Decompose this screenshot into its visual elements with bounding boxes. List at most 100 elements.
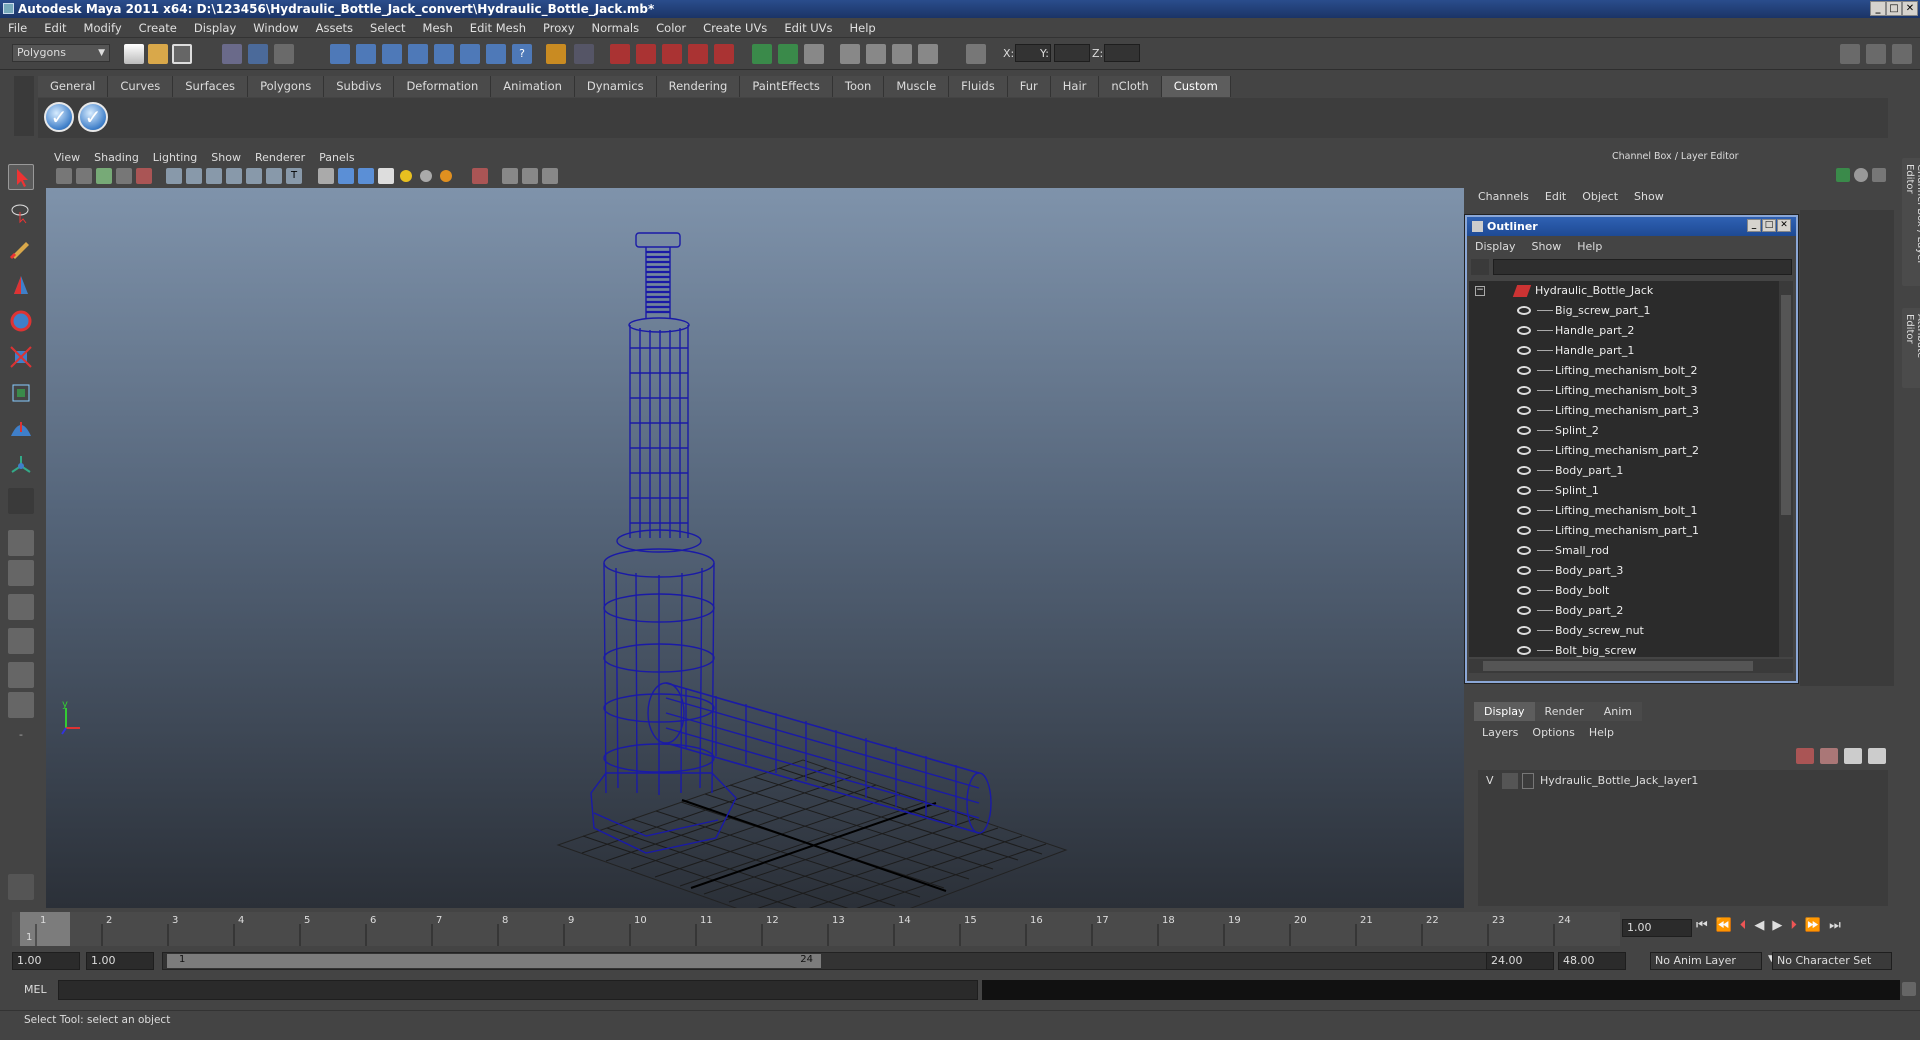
go-to-start-icon[interactable]: ⏮	[1696, 918, 1708, 940]
outliner-menu-display[interactable]: Display	[1475, 240, 1516, 253]
character-set-select[interactable]: No Character Set	[1772, 952, 1892, 970]
outliner-item[interactable]: Handle_part_1	[1469, 341, 1779, 361]
last-tool-slot[interactable]	[8, 488, 34, 514]
script-editor-icon[interactable]	[1902, 982, 1916, 996]
minimize-button[interactable]: _	[1870, 1, 1886, 16]
menu-set-select[interactable]: Polygons ▼	[12, 44, 110, 62]
y-field[interactable]	[1054, 44, 1090, 62]
outliner-item[interactable]: Lifting_mechanism_part_2	[1469, 441, 1779, 461]
outliner-minimize-button[interactable]: _	[1747, 219, 1761, 232]
share-icon[interactable]	[542, 168, 558, 184]
construction-history-icon[interactable]	[610, 44, 630, 64]
anim-end-field[interactable]: 48.00	[1558, 952, 1626, 970]
outliner-item[interactable]: Body_part_2	[1469, 601, 1779, 621]
play-backward-icon[interactable]: ◀	[1754, 918, 1764, 940]
save-scene-icon[interactable]	[172, 44, 192, 64]
step-forward-key-icon[interactable]: ⏵	[1790, 918, 1797, 940]
side-tab-attribute-editor[interactable]: Attribute Editor	[1902, 308, 1920, 388]
scale-tool-icon[interactable]	[8, 344, 34, 370]
show-modeling-toolkit-icon[interactable]	[752, 44, 772, 64]
shelf-menu-handle[interactable]	[14, 76, 34, 136]
move-tool-icon[interactable]	[8, 272, 34, 298]
select-hierarchy-icon[interactable]	[222, 44, 242, 64]
isolate-select-icon[interactable]	[472, 168, 488, 184]
shelf-tab-fur[interactable]: Fur	[1007, 76, 1051, 97]
show-attribute-icon[interactable]	[804, 44, 824, 64]
shelf-tab-curves[interactable]: Curves	[108, 76, 174, 97]
outliner-item[interactable]: Small_rod	[1469, 541, 1779, 561]
play-forward-icon[interactable]: ▶	[1772, 918, 1782, 940]
menu-create[interactable]: Create	[139, 21, 177, 35]
menu-help[interactable]: Help	[850, 21, 876, 35]
layer-menu-help[interactable]: Help	[1589, 726, 1614, 739]
viewport-menu-view[interactable]: View	[54, 151, 80, 164]
textured-icon[interactable]	[378, 168, 394, 184]
menu-select[interactable]: Select	[370, 21, 405, 35]
layout-hypershade-persp-icon[interactable]	[8, 662, 34, 688]
outliner-item[interactable]: Lifting_mechanism_part_1	[1469, 521, 1779, 541]
step-back-key-icon[interactable]: ⏴	[1740, 918, 1747, 940]
checkmark-shelf-icon-1[interactable]: ✓	[44, 102, 74, 132]
outliner-hscroll-thumb[interactable]	[1483, 661, 1753, 671]
outliner-scroll-thumb[interactable]	[1781, 295, 1791, 515]
help-icon[interactable]: ?	[512, 44, 532, 64]
shelf-tab-surfaces[interactable]: Surfaces	[173, 76, 249, 97]
layer-visibility-toggle[interactable]: V	[1486, 774, 1494, 787]
outliner-filter-icon[interactable]	[1471, 259, 1489, 275]
safe-action-icon[interactable]	[266, 168, 282, 184]
anim-start-field[interactable]: 1.00	[86, 952, 154, 970]
outliner-menu-help[interactable]: Help	[1577, 240, 1602, 253]
time-slider[interactable]: 1 2 3 4 5 6 7 8 9 10 11 12 13 14 15 16 17 18 19 20 21 22 23 24 …	[12, 912, 1620, 946]
layout-graph-persp-icon[interactable]	[8, 628, 34, 654]
viewport-menu-shading[interactable]: Shading	[94, 151, 139, 164]
mel-label[interactable]: MEL	[24, 983, 47, 996]
shelf-tab-subdivs[interactable]: Subdivs	[324, 76, 395, 97]
history-icon[interactable]	[460, 44, 480, 64]
viewport-menu-renderer[interactable]: Renderer	[255, 151, 305, 164]
outliner-item[interactable]: Body_bolt	[1469, 581, 1779, 601]
channel-box-menu-object[interactable]: Object	[1582, 190, 1618, 203]
soft-modification-icon[interactable]	[8, 416, 34, 442]
hypershade-icon[interactable]	[714, 44, 734, 64]
channel-box-menu-channels[interactable]: Channels	[1478, 190, 1529, 203]
outliner-item[interactable]: Body_part_1	[1469, 461, 1779, 481]
xray-icon[interactable]	[502, 168, 518, 184]
toggle-sidebar-icon[interactable]	[1840, 44, 1860, 64]
layer-menu-layers[interactable]: Layers	[1482, 726, 1518, 739]
transform-mode-icon[interactable]	[966, 44, 986, 64]
two-d-pan-zoom-icon[interactable]	[136, 168, 152, 184]
perspective-viewport[interactable]: y	[46, 188, 1464, 941]
film-gate-icon[interactable]	[186, 168, 202, 184]
shelf-tab-custom[interactable]: Custom	[1161, 76, 1231, 97]
field-chart-icon[interactable]	[246, 168, 262, 184]
lasso-tool-icon[interactable]	[8, 200, 34, 226]
shelf-tab-ncloth[interactable]: nCloth	[1099, 76, 1162, 97]
outliner-horizontal-scrollbar[interactable]	[1469, 659, 1793, 673]
go-to-end-icon[interactable]: ⏭	[1829, 918, 1841, 940]
outliner-close-button[interactable]: ✕	[1777, 219, 1791, 232]
selection-mask-icon[interactable]	[574, 44, 594, 64]
outliner-item[interactable]: Body_part_3	[1469, 561, 1779, 581]
snap-grid-icon[interactable]	[330, 44, 350, 64]
outliner-menu-show[interactable]: Show	[1532, 240, 1562, 253]
paint-select-tool-icon[interactable]	[8, 236, 34, 262]
outliner-item[interactable]: Handle_part_2	[1469, 321, 1779, 341]
menu-normals[interactable]: Normals	[592, 21, 640, 35]
snap-curve-icon[interactable]	[356, 44, 376, 64]
shelf-tab-deformation[interactable]: Deformation	[394, 76, 492, 97]
channel-box-menu-edit[interactable]: Edit	[1545, 190, 1566, 203]
ipr-render-icon[interactable]	[662, 44, 682, 64]
shelf-tab-muscle[interactable]: Muscle	[884, 76, 950, 97]
outliner-item[interactable]: Lifting_mechanism_part_3	[1469, 401, 1779, 421]
all-lights-icon[interactable]	[420, 170, 432, 182]
xray-joints-icon[interactable]	[522, 168, 538, 184]
new-layer-icon[interactable]	[1796, 748, 1814, 764]
shelf-tab-painteffects[interactable]: PaintEffects	[740, 76, 833, 97]
toggle-tool-settings-icon[interactable]	[1892, 44, 1912, 64]
viewport-menu-show[interactable]: Show	[211, 151, 241, 164]
bookmark-icon[interactable]	[96, 168, 112, 184]
menu-edit-uvs[interactable]: Edit UVs	[784, 21, 832, 35]
layer-tab-anim[interactable]: Anim	[1593, 702, 1642, 721]
outliner-item[interactable]: Lifting_mechanism_bolt_1	[1469, 501, 1779, 521]
viewport-menu-lighting[interactable]: Lighting	[153, 151, 197, 164]
